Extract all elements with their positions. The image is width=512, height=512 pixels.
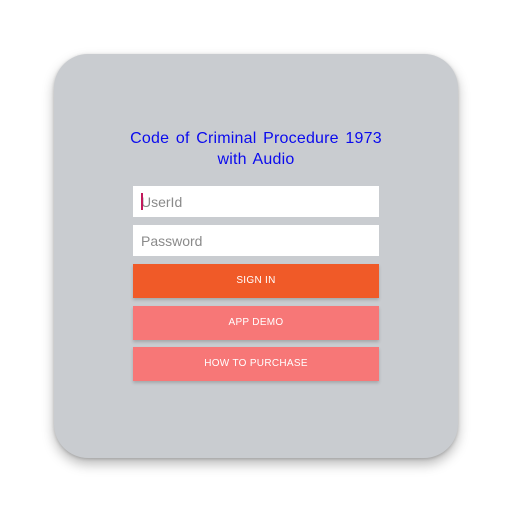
password-input[interactable]: [133, 225, 379, 256]
userid-input[interactable]: [133, 186, 379, 217]
text-cursor: [141, 193, 143, 210]
app-title: Code of Criminal Procedure 1973 with Aud…: [54, 128, 458, 170]
how-to-purchase-button[interactable]: HOW TO PURCHASE: [133, 347, 379, 381]
login-card: Code of Criminal Procedure 1973 with Aud…: [54, 54, 458, 458]
app-title-line-2: with Audio: [217, 151, 295, 168]
sign-in-button[interactable]: SIGN IN: [133, 264, 379, 298]
app-demo-button[interactable]: APP DEMO: [133, 306, 379, 340]
app-icon-screen: Code of Criminal Procedure 1973 with Aud…: [0, 0, 512, 512]
app-title-line-1: Code of Criminal Procedure 1973: [130, 130, 382, 147]
